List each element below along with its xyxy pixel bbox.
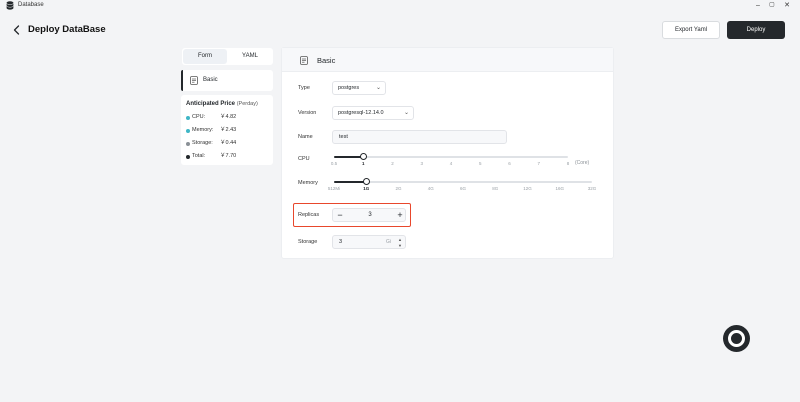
slider-tick-label: 5	[478, 161, 482, 166]
document-icon	[190, 76, 198, 85]
price-title: Anticipated Price (Perday)	[186, 100, 258, 109]
export-yaml-button[interactable]: Export Yaml	[662, 21, 720, 39]
slider-tick-label: 16G	[555, 186, 565, 191]
price-label: Memory:	[192, 127, 214, 133]
page-title: Deploy DataBase	[28, 24, 106, 35]
price-row-storage: Storage: ￥0.44	[186, 139, 270, 148]
slider-tick-label: 6	[508, 161, 511, 166]
increment-button[interactable]: +	[393, 209, 407, 221]
version-label: Version	[298, 110, 317, 116]
type-select[interactable]: postgres ⌄	[332, 81, 386, 95]
price-row-total: Total: ￥7.70	[186, 152, 270, 161]
total-dot	[186, 155, 190, 159]
mode-tabs: Form YAML	[182, 48, 273, 65]
slider-tick-label: 2	[391, 161, 394, 166]
active-indicator	[181, 70, 183, 91]
name-label: Name	[298, 134, 313, 140]
slider-tick-label: 8	[566, 161, 570, 166]
storage-unit: Gi	[386, 239, 391, 245]
sidebar-item-basic[interactable]: Basic	[181, 70, 273, 91]
price-row-cpu: CPU: ￥4.82	[186, 113, 270, 122]
slider-tick-label: 32G	[587, 186, 597, 191]
chevron-down-icon: ⌄	[375, 85, 381, 91]
type-label: Type	[298, 85, 310, 91]
storage-value: 3	[339, 239, 343, 245]
document-icon	[300, 56, 308, 65]
storage-input[interactable]: 3 Gi ▲ ▼	[332, 235, 406, 249]
tab-form[interactable]: Form	[183, 49, 227, 64]
price-label: Total:	[192, 153, 206, 159]
replicas-stepper[interactable]: − 3 +	[332, 208, 406, 222]
slider-tick-label: 1	[361, 161, 365, 166]
form-section-header: Basic	[282, 48, 613, 72]
price-heading: Anticipated Price	[186, 101, 236, 107]
floating-action-button[interactable]	[723, 325, 750, 352]
slider-tick-label: 2G	[395, 186, 402, 191]
replicas-value: 3	[368, 212, 372, 218]
name-value: test	[339, 134, 348, 140]
price-value: ￥7.70	[220, 153, 237, 159]
price-label: CPU:	[192, 114, 206, 120]
cpu-label: CPU	[298, 156, 310, 162]
memory-label: Memory	[298, 180, 318, 186]
app-title: Database	[18, 2, 44, 8]
basic-form-card: Basic Type postgres ⌄ Version postgresql…	[281, 47, 614, 259]
name-input[interactable]: test	[332, 130, 507, 144]
memory-slider[interactable]	[334, 181, 592, 183]
slider-tick-label: 8G	[492, 186, 499, 191]
type-value: postgres	[338, 85, 360, 91]
deploy-button[interactable]: Deploy	[727, 21, 785, 39]
slider-tick-label: 4	[449, 161, 453, 166]
slider-tick-label: 6G	[459, 186, 467, 191]
memory-slider-thumb[interactable]	[362, 178, 370, 185]
price-label: Storage:	[192, 140, 213, 146]
price-value: ￥0.44	[220, 140, 237, 146]
slider-tick-label: 4G	[427, 186, 434, 191]
slider-tick-label: 7	[537, 161, 541, 166]
database-icon	[6, 1, 14, 10]
slider-tick-label: 1G	[363, 186, 370, 191]
sidebar-item-label: Basic	[203, 77, 218, 83]
spin-down-icon[interactable]: ▼	[397, 243, 403, 248]
back-arrow-icon[interactable]	[12, 24, 22, 36]
cpu-unit: (Core)	[575, 160, 590, 166]
title-bar: Database – ▢ ✕	[0, 0, 800, 12]
cpu-dot	[186, 116, 190, 120]
price-card: Anticipated Price (Perday) CPU: ￥4.82 Me…	[181, 95, 273, 165]
cpu-slider[interactable]	[334, 156, 568, 158]
close-icon[interactable]: ✕	[781, 0, 793, 11]
storage-dot	[186, 142, 190, 146]
slider-tick-label: 12G	[523, 186, 532, 191]
maximize-icon[interactable]: ▢	[766, 0, 778, 11]
version-value: postgresql-12.14.0	[338, 110, 384, 116]
decrement-button[interactable]: −	[333, 209, 347, 221]
slider-tick-label: 512Mi	[327, 186, 341, 191]
section-title: Basic	[317, 56, 336, 65]
price-value: ￥2.43	[220, 127, 237, 133]
slider-tick-label: 0.5	[330, 161, 338, 166]
spin-up-icon[interactable]: ▲	[397, 237, 403, 242]
price-row-memory: Memory: ￥2.43	[186, 126, 270, 135]
chevron-down-icon: ⌄	[403, 110, 409, 116]
tab-yaml[interactable]: YAML	[228, 49, 272, 64]
ring-icon	[728, 330, 745, 347]
storage-label: Storage	[298, 239, 318, 245]
slider-tick-label: 3	[420, 161, 424, 166]
memory-slider-fill	[334, 181, 367, 183]
price-period: (Perday)	[236, 101, 258, 107]
version-select[interactable]: postgresql-12.14.0 ⌄	[332, 106, 414, 120]
cpu-slider-fill	[334, 156, 364, 158]
memory-dot	[186, 129, 190, 133]
minimize-icon[interactable]: –	[752, 0, 764, 11]
cpu-slider-thumb[interactable]	[359, 153, 367, 160]
price-value: ￥4.82	[220, 114, 237, 120]
